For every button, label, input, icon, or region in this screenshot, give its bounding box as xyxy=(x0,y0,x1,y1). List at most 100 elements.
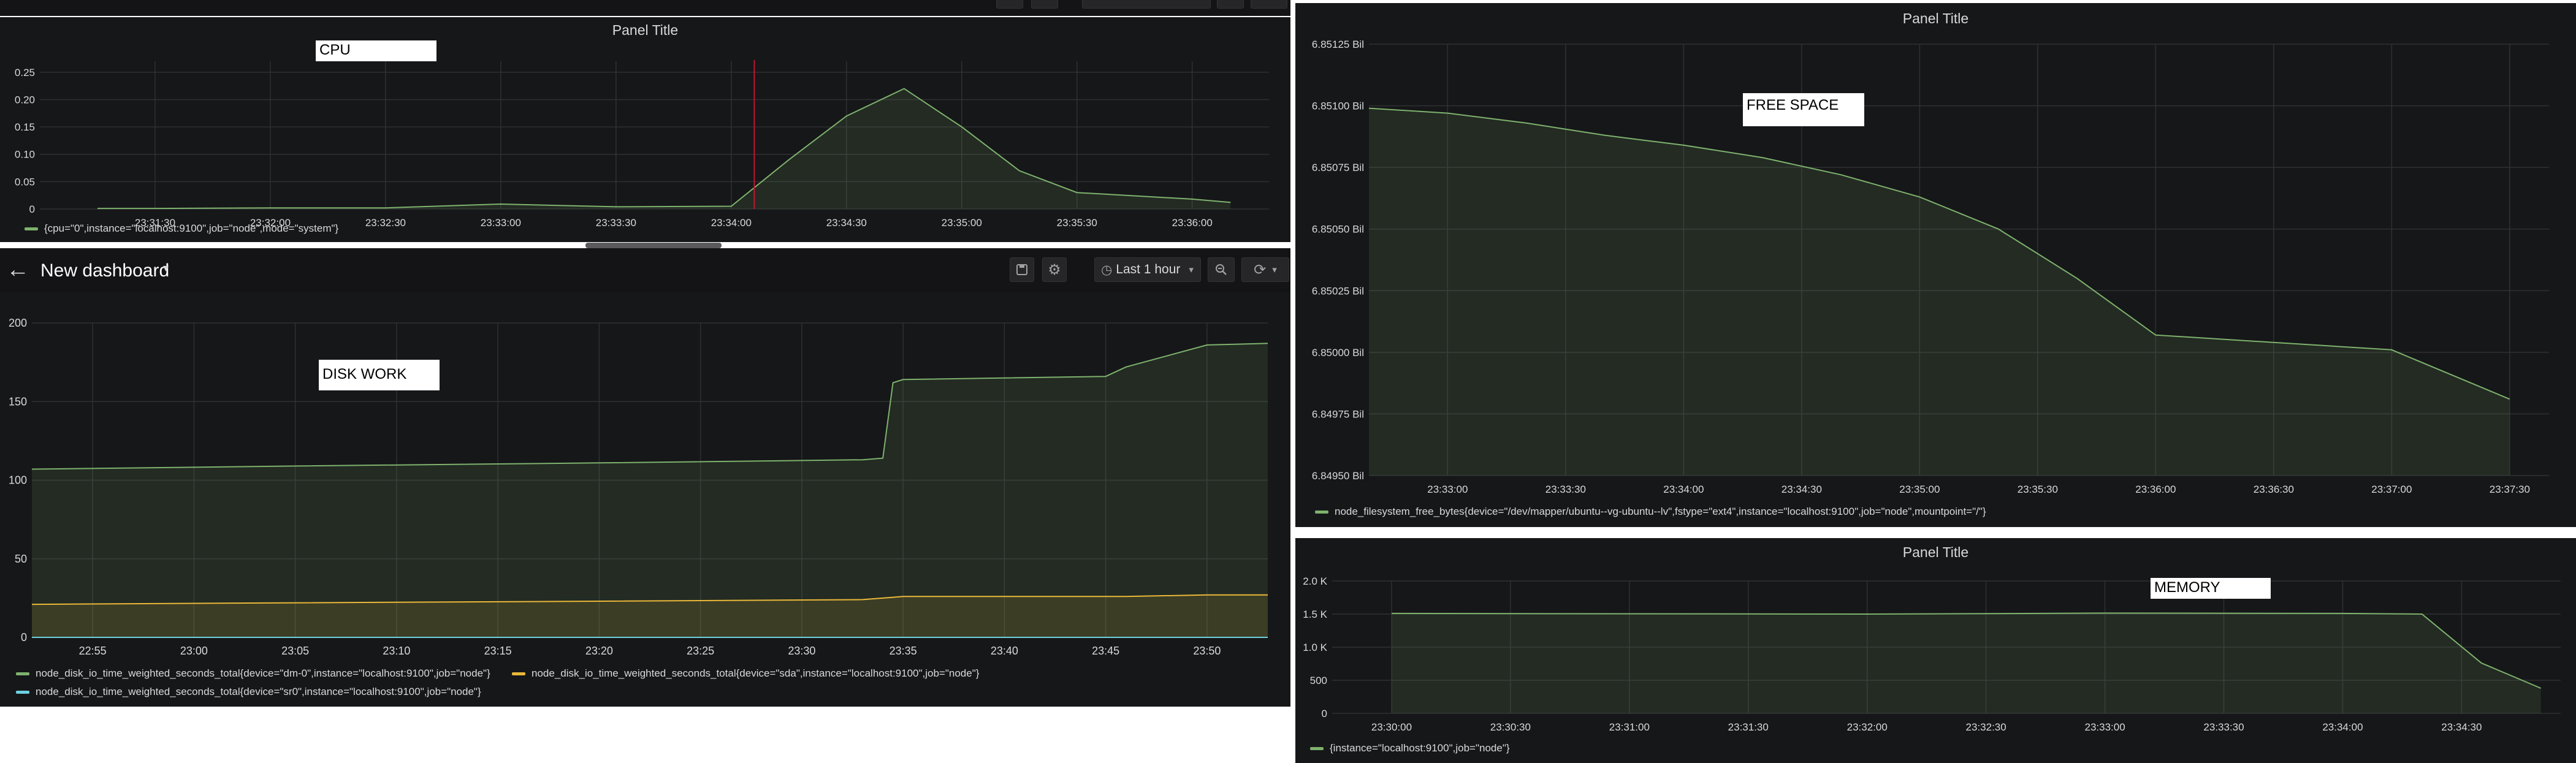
cpu-chart[interactable]: 23:31:30 23:32:00 23:32:30 23:33:00 23:33:30… xyxy=(0,17,1290,242)
y-tick-label: 0.05 xyxy=(15,176,35,188)
disk-chart[interactable]: 22:55 23:00 23:05 23:10 23:15 23:20 23:25 23:30… xyxy=(0,292,1290,707)
y-tick-label: 0 xyxy=(29,203,35,215)
free-space-chart[interactable]: 23:33:00 23:33:30 23:34:00 23:34:30 23:35:00… xyxy=(1295,3,2576,527)
x-tick-label: 23:31:30 xyxy=(1728,721,1769,733)
x-tick-label: 23:33:30 xyxy=(596,217,636,229)
legend-item[interactable]: node_disk_io_time_weighted_seconds_total… xyxy=(512,667,979,680)
x-tick-label: 23:10 xyxy=(383,645,410,657)
y-tick-label: 6.84975 Bil xyxy=(1312,408,1364,420)
toolbar-partial-button[interactable] xyxy=(1251,0,1287,9)
x-tick-label: 23:33:00 xyxy=(481,217,521,229)
legend-label: node_disk_io_time_weighted_seconds_total… xyxy=(532,667,980,679)
save-icon xyxy=(1016,264,1027,275)
legend-item[interactable]: node_disk_io_time_weighted_seconds_total… xyxy=(16,667,490,680)
caret-down-icon: ▾ xyxy=(1189,265,1194,275)
legend-label: node_disk_io_time_weighted_seconds_total… xyxy=(36,667,490,679)
y-tick-label: 0.25 xyxy=(15,67,35,78)
x-tick-label: 23:33:00 xyxy=(2084,721,2125,733)
x-tick-label: 23:35:00 xyxy=(1899,484,1940,495)
legend-swatch xyxy=(16,690,29,694)
y-tick-label: 6.85125 Bil xyxy=(1312,39,1364,50)
x-tick-label: 23:32:00 xyxy=(1847,721,1888,733)
y-tick-label: 0.15 xyxy=(15,121,35,133)
legend-label: {cpu="0",instance="localhost:9100",job="… xyxy=(44,222,339,234)
legend-item[interactable]: node_filesystem_free_bytes{device="/dev/… xyxy=(1315,506,1986,518)
legend-label: node_filesystem_free_bytes{device="/dev/… xyxy=(1335,506,1986,517)
zoom-out-button[interactable] xyxy=(1208,257,1235,282)
y-tick-label: 2.0 K xyxy=(1303,575,1327,587)
disk-label: DISK WORK xyxy=(319,360,440,390)
legend-swatch xyxy=(1315,510,1328,514)
y-tick-label: 6.84950 Bil xyxy=(1312,470,1364,482)
y-tick-label: 0.20 xyxy=(15,94,35,105)
x-tick-label: 23:34:30 xyxy=(2441,721,2482,733)
memory-chart[interactable]: 23:30:00 23:30:30 23:31:00 23:31:30 23:32:00… xyxy=(1295,538,2576,763)
time-range-label: Last 1 hour xyxy=(1116,262,1181,276)
time-picker-button[interactable]: ◷ Last 1 hour ▾ xyxy=(1094,257,1201,282)
y-tick-label: 6.85100 Bil xyxy=(1312,101,1364,112)
dashboard-nav: ← New dashboard ▾ ⚙ ◷ Last 1 hour ▾ ⟳ ▾ xyxy=(0,248,1290,292)
memory-panel[interactable]: Panel Title 23:30:00 23:30:30 23:31:00 23:3… xyxy=(1295,538,2576,763)
x-tick-label: 23:34:30 xyxy=(1781,484,1822,495)
x-tick-label: 23:30 xyxy=(788,645,815,657)
refresh-icon: ⟳ xyxy=(1254,261,1267,278)
x-tick-label: 23:15 xyxy=(484,645,512,657)
toolbar-partial-button[interactable] xyxy=(996,0,1023,9)
back-arrow-icon[interactable]: ← xyxy=(6,258,29,281)
save-button[interactable] xyxy=(1010,257,1034,282)
x-tick-label: 23:05 xyxy=(281,645,309,657)
x-tick-label: 23:45 xyxy=(1092,645,1119,657)
x-tick-label: 23:34:00 xyxy=(711,217,752,229)
cpu-panel[interactable]: Panel Title 23:31:30 23:32:00 23:32:30 23:3… xyxy=(0,17,1290,242)
top-toolbar-strip xyxy=(0,0,1290,16)
x-tick-label: 23:30:00 xyxy=(1371,721,1412,733)
series-area xyxy=(1392,613,2541,713)
x-tick-label: 23:34:00 xyxy=(2322,721,2363,733)
x-tick-label: 23:37:00 xyxy=(2371,484,2412,495)
x-tick-label: 23:40 xyxy=(991,645,1018,657)
y-tick-label: 1.0 K xyxy=(1303,642,1327,653)
dashboard-title[interactable]: New dashboard xyxy=(40,260,169,281)
y-tick-label: 6.85000 Bil xyxy=(1312,347,1364,359)
scroll-handle[interactable] xyxy=(585,243,722,248)
x-tick-label: 23:30:30 xyxy=(1490,721,1531,733)
disk-panel[interactable]: 22:55 23:00 23:05 23:10 23:15 23:20 23:25 23:30… xyxy=(0,292,1290,707)
refresh-button[interactable]: ⟳ ▾ xyxy=(1241,257,1289,282)
legend-item[interactable]: node_disk_io_time_weighted_seconds_total… xyxy=(16,686,481,698)
legend-label: node_disk_io_time_weighted_seconds_total… xyxy=(36,686,481,697)
x-tick-label: 23:33:00 xyxy=(1427,484,1468,495)
settings-button[interactable]: ⚙ xyxy=(1042,257,1067,282)
y-tick-label: 150 xyxy=(9,395,27,408)
x-tick-label: 23:37:30 xyxy=(2490,484,2530,495)
y-tick-label: 6.85025 Bil xyxy=(1312,285,1364,297)
legend-swatch xyxy=(1310,746,1324,750)
legend-item[interactable]: {instance="localhost:9100",job="node"} xyxy=(1310,742,1510,754)
free-space-label: FREE SPACE xyxy=(1743,93,1864,126)
x-tick-label: 23:34:00 xyxy=(1663,484,1704,495)
x-tick-label: 23:36:00 xyxy=(2135,484,2176,495)
toolbar-partial-button[interactable] xyxy=(1217,0,1244,9)
toolbar-partial-timepicker[interactable] xyxy=(1082,0,1211,9)
legend-swatch xyxy=(25,227,38,230)
x-tick-label: 23:35:00 xyxy=(942,217,982,229)
legend-swatch xyxy=(512,672,525,675)
y-tick-label: 0 xyxy=(21,631,27,643)
legend-item[interactable]: {cpu="0",instance="localhost:9100",job="… xyxy=(25,222,338,235)
legend-label: {instance="localhost:9100",job="node"} xyxy=(1330,742,1510,754)
x-tick-label: 23:50 xyxy=(1193,645,1221,657)
toolbar-partial-button[interactable] xyxy=(1031,0,1058,9)
x-tick-label: 23:25 xyxy=(687,645,714,657)
x-tick-label: 23:31:00 xyxy=(1609,721,1650,733)
x-tick-label: 22:55 xyxy=(79,645,107,657)
free-space-panel[interactable]: Panel Title 23:33:00 23:33:30 23:34:00 23:3… xyxy=(1295,3,2576,527)
y-tick-label: 6.85075 Bil xyxy=(1312,162,1364,173)
x-tick-label: 23:36:00 xyxy=(1172,217,1213,229)
gear-icon: ⚙ xyxy=(1048,261,1061,278)
x-tick-label: 23:33:30 xyxy=(2203,721,2244,733)
x-tick-label: 23:35:30 xyxy=(1057,217,1097,229)
clock-icon: ◷ xyxy=(1101,262,1113,277)
y-tick-label: 1.5 K xyxy=(1303,609,1327,620)
x-tick-label: 23:32:30 xyxy=(1966,721,2006,733)
caret-down-icon[interactable]: ▾ xyxy=(163,262,169,275)
x-tick-label: 23:33:30 xyxy=(1545,484,1586,495)
